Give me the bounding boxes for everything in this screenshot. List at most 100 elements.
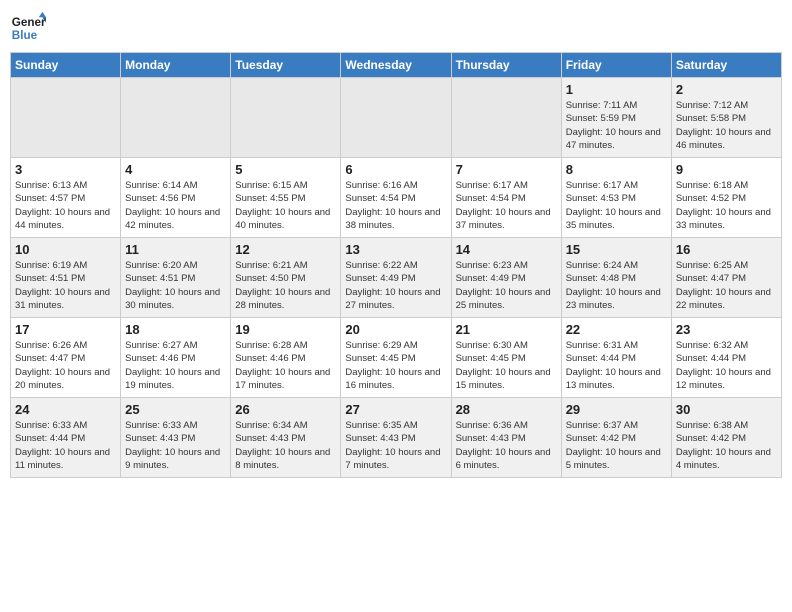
day-info: Sunrise: 6:33 AM Sunset: 4:43 PM Dayligh… (125, 419, 226, 472)
day-info: Sunrise: 6:13 AM Sunset: 4:57 PM Dayligh… (15, 179, 116, 232)
week-row-5: 24 Sunrise: 6:33 AM Sunset: 4:44 PM Dayli… (11, 398, 782, 478)
calendar-cell: 24 Sunrise: 6:33 AM Sunset: 4:44 PM Dayli… (11, 398, 121, 478)
calendar-cell: 6 Sunrise: 6:16 AM Sunset: 4:54 PM Daylig… (341, 158, 451, 238)
week-row-3: 10Sunrise: 6:19 AM Sunset: 4:51 PM Dayli… (11, 238, 782, 318)
day-number: 1 (566, 82, 667, 97)
day-info: Sunrise: 6:16 AM Sunset: 4:54 PM Dayligh… (345, 179, 446, 232)
week-row-1: 1Sunrise: 7:11 AM Sunset: 5:59 PM Daylig… (11, 78, 782, 158)
logo-icon: General Blue (10, 10, 46, 46)
calendar-cell (121, 78, 231, 158)
day-number: 14 (456, 242, 557, 257)
day-number: 29 (566, 402, 667, 417)
day-number: 17 (15, 322, 116, 337)
day-number: 9 (676, 162, 777, 177)
day-number: 25 (125, 402, 226, 417)
calendar-cell: 2 Sunrise: 7:12 AM Sunset: 5:58 PM Daylig… (671, 78, 781, 158)
day-number: 20 (345, 322, 446, 337)
day-info: Sunrise: 6:21 AM Sunset: 4:50 PM Dayligh… (235, 259, 336, 312)
calendar-cell: 17 Sunrise: 6:26 AM Sunset: 4:47 PM Dayli… (11, 318, 121, 398)
calendar-cell: 7 Sunrise: 6:17 AM Sunset: 4:54 PM Daylig… (451, 158, 561, 238)
weekday-header-friday: Friday (561, 53, 671, 78)
day-info: Sunrise: 6:38 AM Sunset: 4:42 PM Dayligh… (676, 419, 777, 472)
calendar-cell: 30Sunrise: 6:38 AM Sunset: 4:42 PM Dayli… (671, 398, 781, 478)
calendar-cell: 13Sunrise: 6:22 AM Sunset: 4:49 PM Dayli… (341, 238, 451, 318)
day-number: 26 (235, 402, 336, 417)
day-number: 27 (345, 402, 446, 417)
day-info: Sunrise: 6:30 AM Sunset: 4:45 PM Dayligh… (456, 339, 557, 392)
weekday-header-wednesday: Wednesday (341, 53, 451, 78)
calendar-cell: 14 Sunrise: 6:23 AM Sunset: 4:49 PM Dayli… (451, 238, 561, 318)
day-number: 2 (676, 82, 777, 97)
calendar-cell: 15 Sunrise: 6:24 AM Sunset: 4:48 PM Dayli… (561, 238, 671, 318)
calendar-cell: 29 Sunrise: 6:37 AM Sunset: 4:42 PM Dayli… (561, 398, 671, 478)
calendar-cell (231, 78, 341, 158)
day-info: Sunrise: 6:17 AM Sunset: 4:53 PM Dayligh… (566, 179, 667, 232)
day-info: Sunrise: 6:34 AM Sunset: 4:43 PM Dayligh… (235, 419, 336, 472)
calendar-cell: 25 Sunrise: 6:33 AM Sunset: 4:43 PM Dayli… (121, 398, 231, 478)
weekday-header-saturday: Saturday (671, 53, 781, 78)
weekday-header-tuesday: Tuesday (231, 53, 341, 78)
day-info: Sunrise: 6:18 AM Sunset: 4:52 PM Dayligh… (676, 179, 777, 232)
page-header: General Blue (10, 10, 782, 46)
day-info: Sunrise: 6:36 AM Sunset: 4:43 PM Dayligh… (456, 419, 557, 472)
calendar: SundayMondayTuesdayWednesdayThursdayFrid… (10, 52, 782, 478)
day-info: Sunrise: 6:25 AM Sunset: 4:47 PM Dayligh… (676, 259, 777, 312)
calendar-cell: 27Sunrise: 6:35 AM Sunset: 4:43 PM Dayli… (341, 398, 451, 478)
day-number: 4 (125, 162, 226, 177)
calendar-cell: 4 Sunrise: 6:14 AM Sunset: 4:56 PM Daylig… (121, 158, 231, 238)
calendar-cell: 18 Sunrise: 6:27 AM Sunset: 4:46 PM Dayli… (121, 318, 231, 398)
day-info: Sunrise: 6:17 AM Sunset: 4:54 PM Dayligh… (456, 179, 557, 232)
day-number: 19 (235, 322, 336, 337)
weekday-header-row: SundayMondayTuesdayWednesdayThursdayFrid… (11, 53, 782, 78)
calendar-cell: 26 Sunrise: 6:34 AM Sunset: 4:43 PM Dayli… (231, 398, 341, 478)
day-number: 18 (125, 322, 226, 337)
day-number: 5 (235, 162, 336, 177)
calendar-cell: 1Sunrise: 7:11 AM Sunset: 5:59 PM Daylig… (561, 78, 671, 158)
day-number: 15 (566, 242, 667, 257)
weekday-header-monday: Monday (121, 53, 231, 78)
day-info: Sunrise: 6:32 AM Sunset: 4:44 PM Dayligh… (676, 339, 777, 392)
logo: General Blue (10, 10, 46, 46)
day-number: 28 (456, 402, 557, 417)
calendar-cell: 21 Sunrise: 6:30 AM Sunset: 4:45 PM Dayli… (451, 318, 561, 398)
day-info: Sunrise: 6:14 AM Sunset: 4:56 PM Dayligh… (125, 179, 226, 232)
calendar-cell: 9 Sunrise: 6:18 AM Sunset: 4:52 PM Daylig… (671, 158, 781, 238)
svg-text:Blue: Blue (12, 29, 38, 42)
calendar-cell: 10Sunrise: 6:19 AM Sunset: 4:51 PM Dayli… (11, 238, 121, 318)
day-info: Sunrise: 6:20 AM Sunset: 4:51 PM Dayligh… (125, 259, 226, 312)
calendar-cell (451, 78, 561, 158)
day-info: Sunrise: 6:26 AM Sunset: 4:47 PM Dayligh… (15, 339, 116, 392)
weekday-header-thursday: Thursday (451, 53, 561, 78)
day-info: Sunrise: 6:31 AM Sunset: 4:44 PM Dayligh… (566, 339, 667, 392)
day-info: Sunrise: 7:12 AM Sunset: 5:58 PM Dayligh… (676, 99, 777, 152)
day-number: 8 (566, 162, 667, 177)
day-info: Sunrise: 6:27 AM Sunset: 4:46 PM Dayligh… (125, 339, 226, 392)
calendar-cell: 19 Sunrise: 6:28 AM Sunset: 4:46 PM Dayli… (231, 318, 341, 398)
day-info: Sunrise: 6:23 AM Sunset: 4:49 PM Dayligh… (456, 259, 557, 312)
calendar-cell: 23 Sunrise: 6:32 AM Sunset: 4:44 PM Dayli… (671, 318, 781, 398)
day-number: 3 (15, 162, 116, 177)
day-number: 16 (676, 242, 777, 257)
day-number: 24 (15, 402, 116, 417)
day-info: Sunrise: 6:37 AM Sunset: 4:42 PM Dayligh… (566, 419, 667, 472)
day-number: 11 (125, 242, 226, 257)
calendar-cell: 3 Sunrise: 6:13 AM Sunset: 4:57 PM Daylig… (11, 158, 121, 238)
calendar-cell: 5 Sunrise: 6:15 AM Sunset: 4:55 PM Daylig… (231, 158, 341, 238)
day-number: 22 (566, 322, 667, 337)
day-number: 23 (676, 322, 777, 337)
calendar-cell: 16 Sunrise: 6:25 AM Sunset: 4:47 PM Dayli… (671, 238, 781, 318)
calendar-cell (341, 78, 451, 158)
calendar-cell: 8 Sunrise: 6:17 AM Sunset: 4:53 PM Daylig… (561, 158, 671, 238)
day-info: Sunrise: 6:33 AM Sunset: 4:44 PM Dayligh… (15, 419, 116, 472)
day-number: 13 (345, 242, 446, 257)
day-number: 7 (456, 162, 557, 177)
day-info: Sunrise: 6:15 AM Sunset: 4:55 PM Dayligh… (235, 179, 336, 232)
day-number: 21 (456, 322, 557, 337)
calendar-cell (11, 78, 121, 158)
day-number: 6 (345, 162, 446, 177)
svg-text:General: General (12, 16, 46, 29)
day-info: Sunrise: 6:24 AM Sunset: 4:48 PM Dayligh… (566, 259, 667, 312)
calendar-cell: 28 Sunrise: 6:36 AM Sunset: 4:43 PM Dayli… (451, 398, 561, 478)
calendar-cell: 11 Sunrise: 6:20 AM Sunset: 4:51 PM Dayli… (121, 238, 231, 318)
day-info: Sunrise: 6:28 AM Sunset: 4:46 PM Dayligh… (235, 339, 336, 392)
